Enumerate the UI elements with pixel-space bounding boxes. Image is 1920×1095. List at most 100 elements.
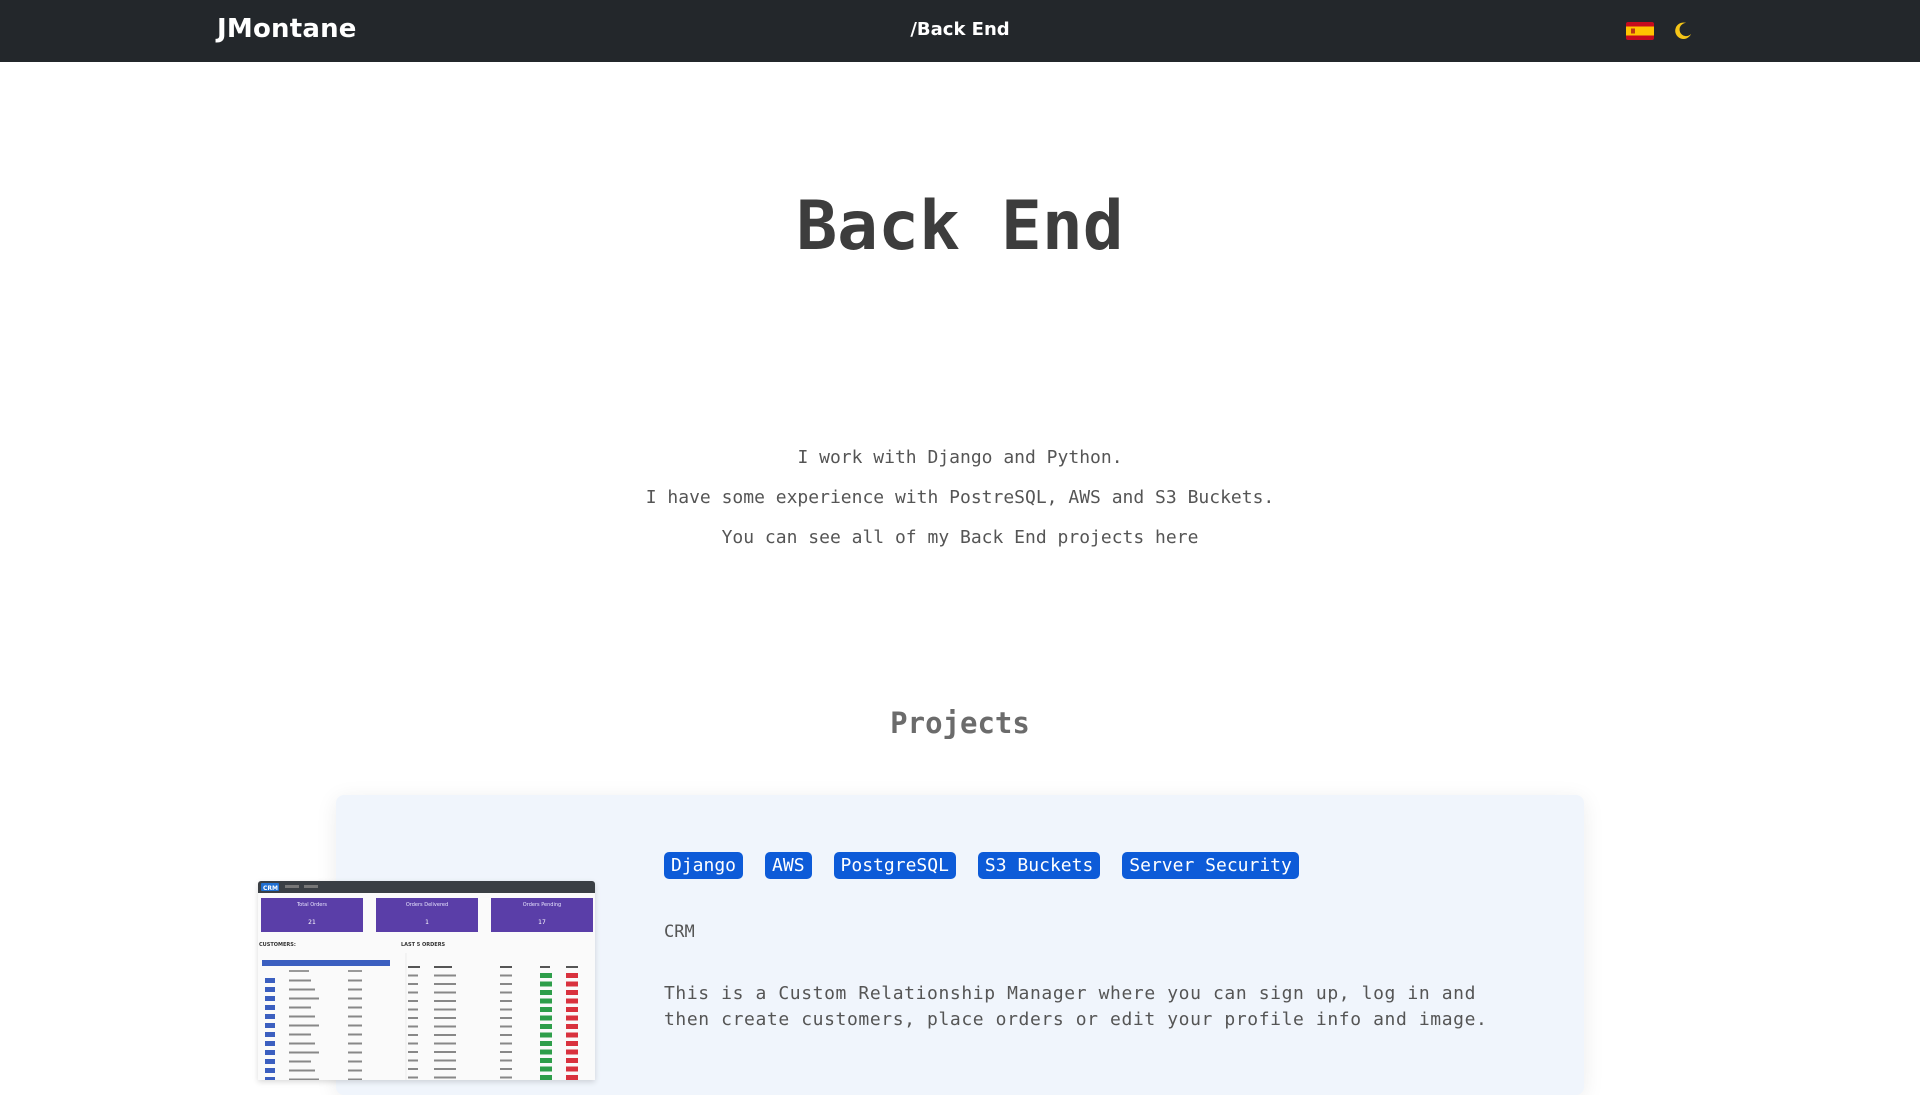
- thumbnail-row-line: [289, 979, 311, 982]
- description-line: then create customers, place orders or e…: [664, 1009, 1488, 1030]
- thumbnail-row-line: [289, 1024, 319, 1027]
- thumbnail-row-line: [348, 1069, 362, 1072]
- thumbnail-row-line: [348, 1015, 362, 1018]
- thumbnail-row-line: [289, 1069, 315, 1072]
- thumbnail-row-line: [408, 1059, 418, 1062]
- thumbnail-row-line: [500, 1034, 512, 1036]
- thumbnail-update-button: [540, 1024, 552, 1029]
- thumbnail-row-line: [434, 1000, 456, 1002]
- thumbnail-view-button: [265, 1005, 275, 1010]
- tag-postgresql: PostgreSQL: [833, 852, 956, 879]
- project-description: This is a Custom Relationship Manager wh…: [664, 981, 1524, 1033]
- thumbnail-row-line: [408, 1008, 418, 1011]
- thumbnail-delete-button: [566, 990, 578, 995]
- thumbnail-row-line: [348, 979, 362, 982]
- thumbnail-row-line: [289, 997, 319, 1000]
- thumbnail-row-line: [500, 1017, 512, 1019]
- thumbnail-update-button: [540, 998, 552, 1004]
- thumbnail-row-line: [500, 991, 512, 994]
- stat-value: 17: [538, 919, 546, 926]
- thumbnail-row-line: [500, 1025, 512, 1028]
- orders-label: LAST 5 ORDERS: [401, 942, 446, 948]
- project-name: CRM: [664, 922, 695, 942]
- thumbnail-row-line: [408, 1017, 418, 1019]
- thumbnail-row-line: [408, 1051, 418, 1053]
- thumbnail-delete-button: [566, 1024, 578, 1029]
- thumbnail-update-button: [540, 990, 552, 995]
- tag-s3-buckets: S3 Buckets: [977, 852, 1101, 879]
- thumbnail-delete-button: [566, 1007, 578, 1012]
- tag-django: Django: [664, 852, 744, 879]
- thumbnail-update-button: [540, 1066, 552, 1072]
- thumbnail-row-line: [434, 1008, 456, 1011]
- thumbnail-delete-button: [566, 1066, 578, 1072]
- thumbnail-row-line: [500, 1042, 512, 1045]
- thumbnail-delete-button: [566, 998, 578, 1004]
- project-tags: Django AWS PostgreSQL S3 Buckets Server …: [664, 852, 1299, 879]
- thumbnail-row-line: [500, 1000, 512, 1002]
- thumbnail-delete-button: [566, 1075, 578, 1080]
- thumbnail-row-line: [348, 997, 362, 1000]
- thumbnail-row-line: [289, 1015, 315, 1018]
- thumbnail-delete-button: [566, 1049, 578, 1055]
- thumbnail-update-button: [540, 973, 552, 978]
- thumbnail-update-button: [540, 1015, 552, 1021]
- thumbnail-row-line: [408, 991, 418, 994]
- thumbnail-view-button: [265, 1023, 275, 1028]
- thumbnail-delete-button: [566, 1015, 578, 1021]
- thumbnail-row-line: [434, 1017, 456, 1019]
- tag-server-security: Server Security: [1122, 852, 1299, 879]
- thumbnail-row-line: [408, 1000, 418, 1002]
- thumbnail-update-button: [540, 1007, 552, 1012]
- thumbnail-row-line: [434, 974, 456, 977]
- thumbnail-row-line: [500, 1076, 512, 1079]
- description-line: This is a Custom Relationship Manager wh…: [664, 983, 1477, 1004]
- thumbnail-row-line: [348, 988, 362, 991]
- thumbnail-view-button: [265, 978, 275, 983]
- stat-value: 1: [425, 919, 429, 926]
- spain-flag-icon[interactable]: [1626, 22, 1654, 40]
- crm-dashboard-thumbnail: CRM Total Orders 21 Orders Delivered 1 O…: [258, 881, 595, 1080]
- thumbnail-row-line: [434, 1068, 456, 1070]
- thumbnail-row-line: [408, 1034, 418, 1036]
- thumbnail-row-line: [348, 1042, 362, 1045]
- thumbnail-row-line: [408, 983, 418, 985]
- thumbnail-row-line: [289, 1033, 311, 1036]
- thumbnail-row-line: [348, 1033, 362, 1036]
- intro-text: I work with Django and Python. I have so…: [0, 438, 1920, 558]
- thumbnail-row-line: [408, 1025, 418, 1028]
- thumbnail-view-button: [265, 1059, 275, 1064]
- stat-label: Orders Delivered: [406, 902, 448, 908]
- thumbnail-update-button: [540, 1075, 552, 1080]
- thumbnail-row-line: [289, 1060, 311, 1063]
- thumbnail-view-button: [265, 1041, 275, 1046]
- thumbnail-update-button: [540, 981, 552, 987]
- thumbnail-update-button: [540, 1032, 552, 1038]
- thumbnail-row-line: [500, 1059, 512, 1062]
- thumbnail-delete-button: [566, 1041, 578, 1046]
- top-navbar: JMontane /Back End: [0, 0, 1920, 62]
- page-title: Back End: [796, 187, 1124, 266]
- moon-icon[interactable]: [1672, 20, 1694, 42]
- projects-heading: Projects: [890, 706, 1030, 740]
- thumbnail-row-line: [348, 1006, 362, 1009]
- thumbnail-update-button: [540, 1049, 552, 1055]
- thumbnail-row-line: [434, 983, 456, 985]
- thumbnail-row-line: [408, 1076, 418, 1079]
- intro-line: I have some experience with PostreSQL, A…: [645, 487, 1275, 508]
- thumbnail-row-line: [434, 1076, 456, 1079]
- project-screenshot[interactable]: CRM Total Orders 21 Orders Delivered 1 O…: [258, 881, 595, 1080]
- thumbnail-row-line: [289, 1006, 311, 1009]
- thumbnail-row-line: [348, 1060, 362, 1063]
- customers-label: CUSTOMERS:: [259, 942, 296, 948]
- thumbnail-delete-button: [566, 981, 578, 987]
- intro-line: You can see all of my Back End projects …: [721, 527, 1199, 548]
- thumbnail-row-line: [500, 1008, 512, 1011]
- thumbnail-row-line: [434, 1025, 456, 1028]
- thumbnail-delete-button: [566, 1058, 578, 1063]
- thumbnail-row-line: [500, 1051, 512, 1053]
- thumbnail-view-button: [265, 987, 275, 992]
- thumbnail-row-line: [434, 991, 456, 994]
- thumbnail-row-line: [408, 1068, 418, 1070]
- intro-line: I work with Django and Python.: [797, 447, 1123, 468]
